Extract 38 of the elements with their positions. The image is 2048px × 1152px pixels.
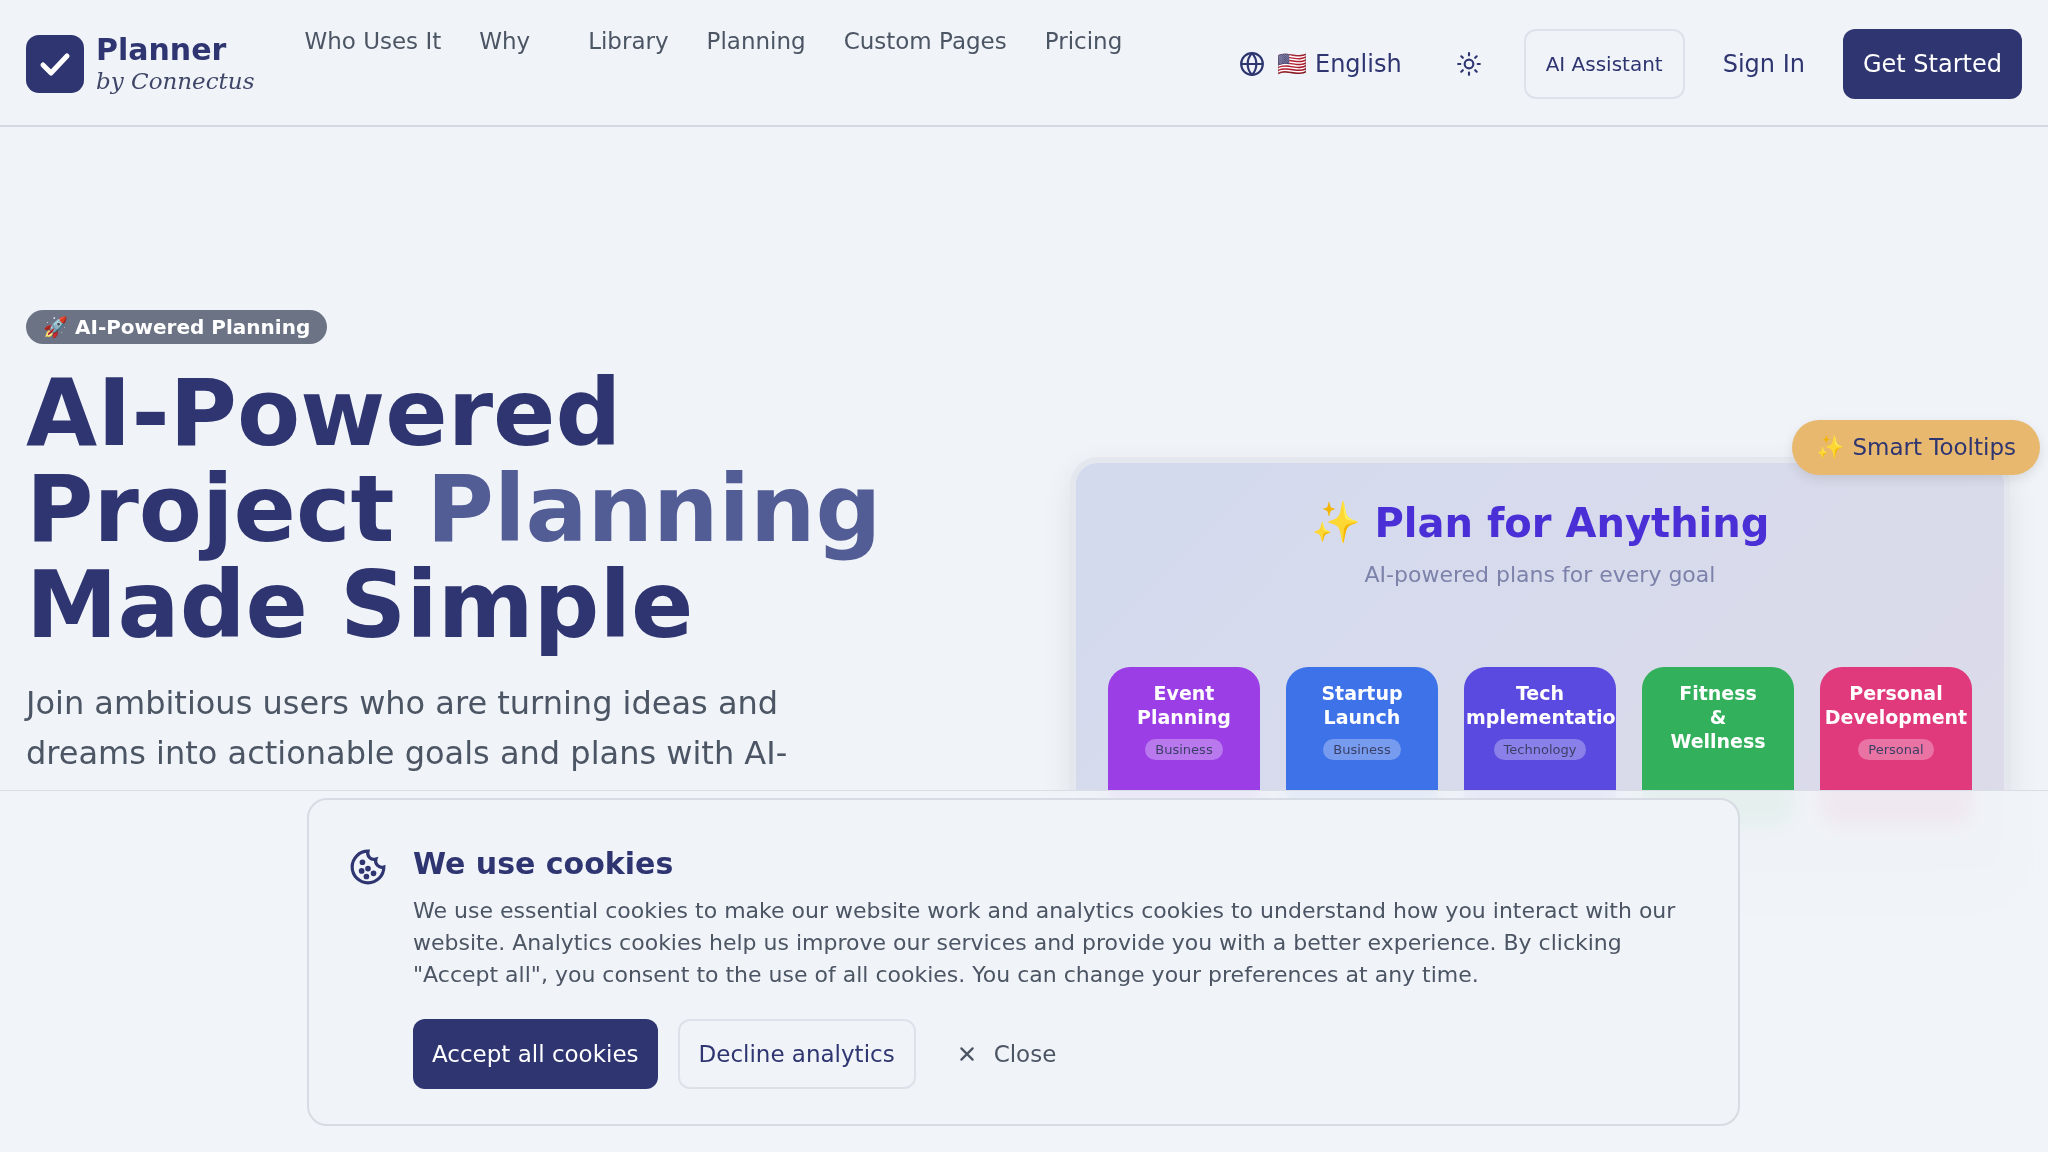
cookie-description: We use essential cookies to make our website work and analytics cookies to understand how you interact with our website. Analytics cookies help us improve our services and provide you with a better experience. By clicking "Accept all", you consent to the use of all cookies. You can change your preferences at any time.	[413, 897, 1677, 989]
card-title: Fitness & Wellness	[1669, 681, 1767, 753]
category-tag: Business	[1323, 739, 1401, 760]
nav-link[interactable]: Who Uses It	[304, 28, 442, 54]
cookie-icon	[349, 848, 387, 886]
hero-description: Join ambitious users who are turning ideas and dreams into actionable goals and plans with AI-	[26, 683, 789, 774]
showcase-title: Plan for Anything	[1374, 499, 1770, 546]
hero-badge: 🚀 AI-Powered Planning	[26, 310, 328, 344]
card-title: Event Planning	[1136, 681, 1232, 729]
nav-link[interactable]: Why	[479, 28, 531, 54]
close-icon[interactable]	[957, 1045, 976, 1063]
sparkle-emoji: ✨	[1310, 499, 1361, 546]
get-started-button[interactable]: Get Started	[1842, 29, 2022, 99]
card-title: Startup Launch	[1320, 681, 1404, 729]
decline-analytics-button[interactable]: Decline analytics	[677, 1019, 916, 1089]
accept-cookies-button[interactable]: Accept all cookies	[413, 1019, 658, 1089]
nav-link[interactable]: Library	[588, 28, 669, 54]
language-selector[interactable]: 🇺🇸 English	[1277, 50, 1402, 78]
brand-name[interactable]: Planner	[96, 33, 255, 67]
nav-link[interactable]: Pricing	[1044, 28, 1123, 54]
nav-link[interactable]: Custom Pages	[843, 28, 1007, 54]
cookie-title: We use cookies	[413, 846, 675, 881]
showcase-subtitle: AI-powered plans for every goal	[1364, 562, 1716, 587]
category-tag: Technology	[1493, 739, 1587, 760]
globe-icon[interactable]	[1239, 51, 1266, 77]
hero-headline: AI-Powered Project Planning Made Simple	[26, 366, 882, 654]
close-button[interactable]: Close	[993, 1041, 1057, 1067]
nav-link[interactable]: Planning	[706, 28, 806, 54]
smart-tooltips-pill: ✨ Smart Tooltips	[1792, 420, 2040, 475]
ai-assistant-button[interactable]: AI Assistant	[1523, 29, 1685, 99]
card-title: Personal Development	[1823, 681, 1969, 729]
sun-icon[interactable]	[1455, 51, 1482, 77]
card-title: Tech mplementatio	[1466, 681, 1614, 729]
category-tag: Personal	[1858, 739, 1934, 760]
checkmark-logo-icon[interactable]	[26, 35, 84, 93]
sign-in-link[interactable]: Sign In	[1722, 50, 1805, 78]
category-tag: Business	[1145, 739, 1223, 760]
brand-tagline: by Connectus	[96, 67, 255, 95]
